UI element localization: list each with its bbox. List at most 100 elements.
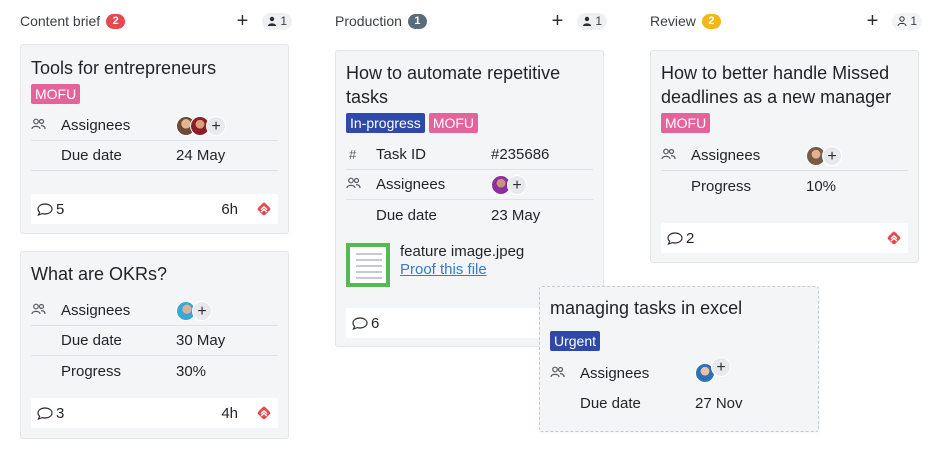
dragged-task-card[interactable]: managing tasks in excel Urgent Assignees… [539, 286, 819, 432]
column-users-pill[interactable]: 1 [577, 12, 607, 30]
column-title: Content brief [20, 13, 101, 29]
card-title[interactable]: How to automate repetitive tasks [346, 61, 586, 109]
progress-value[interactable]: 10% [806, 178, 836, 195]
comment-icon [37, 202, 53, 216]
due-date-row: Due date 23 May [346, 200, 593, 230]
comment-icon [37, 406, 53, 420]
people-icon [346, 177, 376, 192]
card-footer: 3 4h [31, 398, 278, 428]
user-icon [268, 16, 277, 26]
add-assignee-button[interactable]: + [507, 174, 527, 195]
assignees-row: Assignees + [31, 111, 278, 141]
due-date-row: Due date 27 Nov [550, 388, 808, 418]
file-name[interactable]: feature image.jpeg [400, 243, 524, 261]
card-title[interactable]: What are OKRs? [31, 262, 278, 286]
column-users-count: 1 [595, 14, 602, 28]
assignees-label: Assignees [691, 147, 761, 164]
column-users-count: 1 [910, 14, 917, 28]
time-tracked[interactable]: 6h [221, 201, 238, 218]
comment-count: 6 [371, 314, 380, 332]
priority-high-icon[interactable] [256, 201, 272, 217]
assignee-avatars[interactable]: + [176, 115, 226, 136]
user-icon [897, 16, 907, 26]
card-title[interactable]: How to better handle Missed deadlines as… [661, 61, 906, 109]
due-date-value[interactable]: 30 May [176, 332, 225, 349]
people-icon [550, 366, 580, 381]
tag-mofu[interactable]: MOFU [428, 113, 479, 133]
progress-label: Progress [61, 362, 122, 380]
tag-urgent[interactable]: Urgent [550, 331, 601, 351]
due-date-value[interactable]: 23 May [491, 207, 540, 224]
assignee-avatars[interactable]: + [176, 300, 212, 321]
tag-mofu[interactable]: MOFU [31, 84, 81, 104]
due-date-label: Due date [580, 394, 641, 412]
tag-in-progress[interactable]: In-progress [346, 113, 425, 133]
comments[interactable]: 3 [37, 405, 64, 422]
add-assignee-button[interactable]: + [192, 300, 212, 321]
due-date-value[interactable]: 27 Nov [695, 395, 743, 412]
assignees-row: Assignees + [346, 170, 593, 200]
assignees-label: Assignees [61, 302, 131, 319]
assignees-row: Assignees + [31, 296, 278, 326]
card-title[interactable]: Tools for entrepreneurs [31, 56, 278, 80]
add-assignee-button[interactable]: + [822, 145, 842, 166]
card-title[interactable]: managing tasks in excel [550, 296, 808, 320]
time-tracked[interactable]: 4h [221, 405, 238, 422]
due-date-value[interactable]: 24 May [176, 147, 225, 164]
assignee-avatars[interactable]: + [806, 145, 842, 166]
task-id-label: Task ID [376, 146, 427, 163]
comment-icon [667, 231, 683, 245]
task-card[interactable]: How to better handle Missed deadlines as… [650, 50, 919, 263]
proof-file-link[interactable]: Proof this file [400, 261, 524, 279]
comment-count: 3 [56, 404, 65, 422]
card-footer: 5 6h [31, 194, 278, 224]
assignees-label: Assignees [61, 117, 131, 134]
assignee-avatars[interactable]: + [491, 174, 527, 195]
column-title: Review [650, 13, 696, 29]
file-thumbnail[interactable] [346, 243, 390, 287]
column-count-badge: 2 [106, 13, 126, 29]
people-icon [31, 118, 61, 133]
comments[interactable]: 6 [352, 315, 379, 332]
add-assignee-button[interactable]: + [711, 357, 731, 377]
priority-high-icon[interactable] [256, 405, 272, 421]
add-assignee-button[interactable]: + [206, 115, 226, 136]
column-header: Production 1 + 1 [335, 11, 607, 31]
hash-icon: # [349, 147, 357, 162]
assignee-avatars[interactable]: + [695, 357, 731, 383]
task-id-row: # Task ID #235686 [346, 140, 593, 170]
column-count-badge: 2 [701, 13, 721, 29]
column-header: Review 2 + 1 [650, 11, 922, 31]
comments[interactable]: 2 [667, 230, 694, 247]
assignees-label: Assignees [580, 364, 650, 382]
progress-label: Progress [691, 177, 752, 195]
priority-high-icon[interactable] [886, 230, 902, 246]
comment-icon [352, 316, 368, 330]
due-date-row: Due date 30 May [31, 326, 278, 356]
add-card-button[interactable]: + [237, 11, 249, 31]
due-date-label: Due date [61, 332, 122, 349]
add-card-button[interactable]: + [552, 11, 564, 31]
assignees-label: Assignees [376, 176, 446, 193]
column-count-badge: 1 [407, 13, 427, 29]
due-date-label: Due date [376, 206, 437, 224]
add-card-button[interactable]: + [867, 11, 879, 31]
attachment[interactable]: feature image.jpeg Proof this file [346, 243, 593, 287]
column-users-count: 1 [280, 14, 287, 28]
comment-count: 2 [686, 229, 695, 247]
progress-row: Progress 10% [661, 171, 908, 201]
card-footer: 2 [661, 223, 908, 253]
task-id-value: #235686 [491, 146, 550, 163]
people-icon [31, 303, 61, 318]
column-header: Content brief 2 + 1 [20, 11, 292, 31]
task-card[interactable]: Tools for entrepreneurs MOFU Assignees +… [20, 44, 289, 234]
column-users-pill[interactable]: 1 [262, 12, 292, 30]
column-users-pill[interactable]: 1 [892, 12, 922, 30]
column-title: Production [335, 13, 402, 29]
progress-value[interactable]: 30% [176, 363, 206, 380]
comment-count: 5 [56, 200, 65, 218]
tag-mofu[interactable]: MOFU [661, 113, 711, 133]
comments[interactable]: 5 [37, 201, 64, 218]
task-card[interactable]: What are OKRs? Assignees + Due date 30 M… [20, 251, 289, 439]
user-icon [583, 16, 592, 26]
